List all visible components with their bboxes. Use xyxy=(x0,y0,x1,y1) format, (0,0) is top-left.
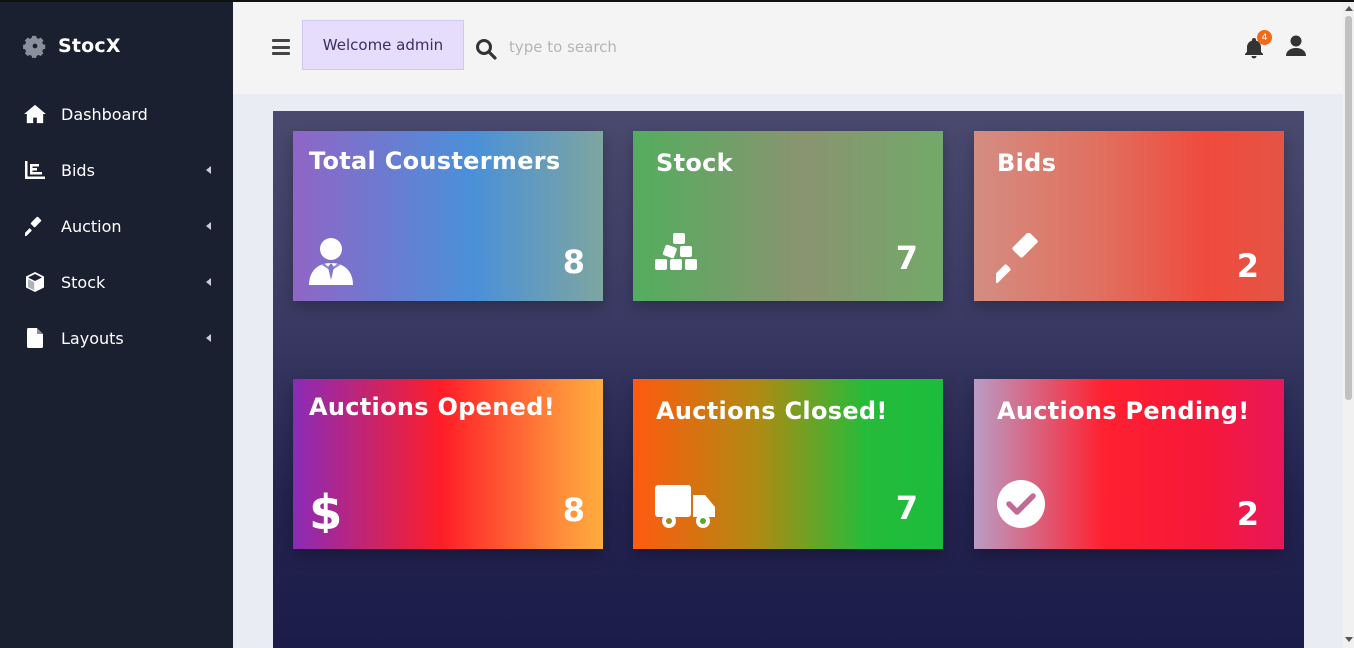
cubes-icon xyxy=(655,233,697,270)
brand-name: StocX xyxy=(58,35,121,57)
top-header: Welcome admin 4 xyxy=(233,2,1343,94)
sidebar-item-dashboard[interactable]: Dashboard xyxy=(0,86,233,142)
sidebar-item-layouts[interactable]: Layouts xyxy=(0,310,233,366)
caret-left-icon xyxy=(206,278,211,286)
welcome-message: Welcome admin xyxy=(302,20,464,70)
user-tie-icon xyxy=(309,238,353,285)
card-value: 2 xyxy=(1236,495,1259,533)
home-icon xyxy=(24,103,46,125)
user-icon[interactable] xyxy=(1285,34,1307,58)
stat-card-auctions-opened[interactable]: Auctions Opened! $ 8 xyxy=(293,379,603,549)
stat-card-auctions-closed[interactable]: Auctions Closed! 7 xyxy=(633,379,943,549)
card-value: 8 xyxy=(562,243,585,281)
card-title: Auctions Opened! xyxy=(309,393,555,421)
card-title: Stock xyxy=(656,149,733,177)
scroll-up-icon[interactable] xyxy=(1345,6,1353,11)
search-icon[interactable] xyxy=(475,38,497,60)
stat-card-bids[interactable]: Bids 2 xyxy=(974,131,1284,301)
dashboard-content: Total Coustermers 8 Stock 7 Bids 2 Aucti… xyxy=(273,111,1304,648)
search-input[interactable] xyxy=(509,32,809,62)
brand[interactable]: StocX xyxy=(22,32,121,60)
card-title: Auctions Closed! xyxy=(656,397,888,425)
gavel-icon xyxy=(24,215,46,237)
stat-card-auctions-pending[interactable]: Auctions Pending! 2 xyxy=(974,379,1284,549)
sidebar-item-label: Dashboard xyxy=(61,104,148,124)
card-value: 7 xyxy=(895,489,918,527)
stat-card-customers[interactable]: Total Coustermers 8 xyxy=(293,131,603,301)
caret-left-icon xyxy=(206,166,211,174)
chart-icon xyxy=(24,159,46,181)
menu-toggle-icon[interactable] xyxy=(272,39,290,55)
box-icon xyxy=(24,271,46,293)
scroll-thumb[interactable] xyxy=(1345,16,1352,400)
truck-icon xyxy=(655,485,715,528)
page-scrollbar[interactable] xyxy=(1343,2,1354,648)
sidebar: StocX Dashboard Bids Auction Stock Layou… xyxy=(0,2,233,648)
check-circle-icon xyxy=(997,480,1045,528)
sidebar-item-label: Layouts xyxy=(61,328,124,348)
card-value: 8 xyxy=(562,491,585,529)
sidebar-item-auction[interactable]: Auction xyxy=(0,198,233,254)
card-title: Total Coustermers xyxy=(309,147,561,175)
gavel-icon xyxy=(996,233,1038,283)
sidebar-item-label: Stock xyxy=(61,272,106,292)
card-title: Bids xyxy=(997,149,1057,177)
card-value: 7 xyxy=(895,239,918,277)
sidebar-nav: Dashboard Bids Auction Stock Layouts xyxy=(0,86,233,366)
stat-card-stock[interactable]: Stock 7 xyxy=(633,131,943,301)
file-icon xyxy=(24,327,46,349)
notification-badge: 4 xyxy=(1257,30,1272,45)
dollar-icon: $ xyxy=(309,485,342,533)
card-value: 2 xyxy=(1236,247,1259,285)
svg-text:$: $ xyxy=(309,485,342,533)
card-title: Auctions Pending! xyxy=(997,397,1250,425)
scroll-down-icon[interactable] xyxy=(1345,637,1353,642)
caret-left-icon xyxy=(206,222,211,230)
sidebar-item-label: Bids xyxy=(61,160,95,180)
sidebar-item-label: Auction xyxy=(61,216,122,236)
gear-icon xyxy=(23,35,46,58)
sidebar-item-bids[interactable]: Bids xyxy=(0,142,233,198)
caret-left-icon xyxy=(206,334,211,342)
sidebar-item-stock[interactable]: Stock xyxy=(0,254,233,310)
